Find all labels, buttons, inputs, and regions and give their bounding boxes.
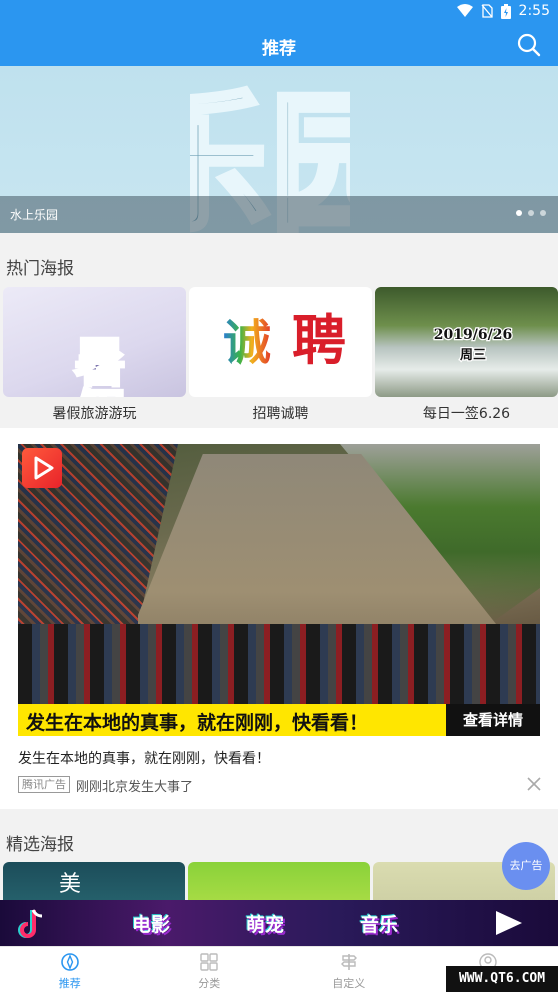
poster-art-text: 诚 — [223, 315, 271, 371]
tab-label: 推荐 — [58, 977, 81, 990]
carousel-dot — [516, 210, 522, 216]
poster-art-date: 2019/6/26 — [434, 327, 512, 343]
poster-art: 诚 聘 — [223, 308, 346, 372]
section-title-hot: 热门海报 — [6, 259, 74, 279]
tab-category[interactable]: 分类 — [140, 947, 280, 992]
battery-icon — [500, 3, 511, 19]
bottom-ad-banner[interactable]: 电影 萌宠 音乐 — [0, 900, 558, 946]
hot-poster-row: 暑假 暑假旅游游玩 诚 聘 招聘诚聘 2019/6/26 周三 每日一签6.26 — [0, 287, 558, 423]
section-title-featured: 精选海报 — [6, 835, 74, 855]
status-bar: 2:55 — [0, 0, 558, 24]
poster-art-text: 聘 — [292, 308, 346, 372]
featured-poster-row: 美 — [0, 862, 558, 900]
page-title: 推荐 — [262, 39, 296, 59]
video-app-logo-icon — [22, 448, 62, 488]
remove-ads-button[interactable]: 去广告 — [502, 842, 550, 890]
compass-icon — [60, 953, 79, 971]
banner-caption-bar: 水上乐园 — [0, 196, 558, 233]
poster-art: 暑假 — [63, 334, 127, 398]
tab-custom[interactable]: 自定义 — [279, 947, 419, 992]
poster-thumbnail: 诚 聘 — [189, 287, 372, 397]
ad-headline-strip: 发生在本地的真事，就在刚刚，快看看！ 查看详情 — [18, 704, 540, 736]
ad-headline: 发生在本地的真事，就在刚刚，快看看！ — [26, 712, 369, 734]
featured-poster-card[interactable] — [188, 862, 370, 900]
close-icon[interactable] — [526, 776, 542, 792]
tab-label: 分类 — [198, 977, 221, 990]
poster-thumbnail: 暑假 — [3, 287, 186, 397]
banner-caption: 水上乐园 — [10, 208, 59, 222]
tab-label: 自定义 — [332, 977, 366, 990]
poster-card-summer[interactable]: 暑假 暑假旅游游玩 — [3, 287, 186, 423]
ad-source: 刚刚北京发生大事了 — [76, 780, 194, 795]
top-app-bar: 推荐 — [0, 24, 558, 66]
grid-icon — [200, 953, 218, 971]
poster-art: 2019/6/26 周三 — [433, 326, 514, 365]
featured-poster-art-text: 美 — [59, 872, 82, 897]
app-screen: 2:55 推荐 乐园 水上乐园 热门海报 暑假 暑假旅游游玩 诚 聘 招聘诚聘 … — [0, 0, 558, 992]
view-details-button[interactable]: 查看详情 — [446, 704, 540, 736]
no-sim-icon — [481, 4, 493, 18]
tab-recommend[interactable]: 推荐 — [0, 947, 140, 992]
poster-label: 暑假旅游游玩 — [52, 406, 137, 422]
carousel-dot — [528, 210, 534, 216]
bottom-ad-item: 音乐 — [360, 914, 399, 936]
poster-card-daily[interactable]: 2019/6/26 周三 每日一签6.26 — [375, 287, 558, 423]
poster-thumbnail: 2019/6/26 周三 — [375, 287, 558, 397]
search-icon[interactable] — [516, 32, 542, 58]
status-icons: 2:55 — [456, 3, 550, 19]
ad-image[interactable]: 发生在本地的真事，就在刚刚，快看看！ 查看详情 — [18, 444, 540, 736]
poster-label: 每日一签6.26 — [422, 406, 511, 422]
ad-image-crowd-front — [18, 624, 540, 704]
poster-art-weekday: 周三 — [460, 348, 486, 363]
ad-tag: 腾讯广告 — [18, 776, 70, 793]
ad-description: 发生在本地的真事，就在刚刚，快看看！ — [18, 751, 270, 767]
poster-label: 招聘诚聘 — [252, 406, 309, 422]
featured-poster-card[interactable]: 美 — [3, 862, 185, 900]
poster-art-text: 暑假 — [65, 335, 126, 397]
status-time: 2:55 — [518, 3, 550, 19]
bottom-ad-item: 电影 — [132, 914, 171, 936]
carousel-indicator — [516, 210, 546, 216]
site-watermark: WWW.QT6.COM — [446, 966, 558, 992]
signpost-icon — [340, 954, 357, 970]
music-note-icon — [18, 909, 43, 938]
ad-card[interactable]: 发生在本地的真事，就在刚刚，快看看！ 查看详情 发生在本地的真事，就在刚刚，快看… — [0, 428, 558, 809]
play-icon — [496, 911, 522, 935]
poster-card-hiring[interactable]: 诚 聘 招聘诚聘 — [189, 287, 372, 423]
carousel-dot — [540, 210, 546, 216]
bottom-ad-item: 萌宠 — [246, 914, 285, 936]
wifi-icon — [456, 4, 473, 17]
